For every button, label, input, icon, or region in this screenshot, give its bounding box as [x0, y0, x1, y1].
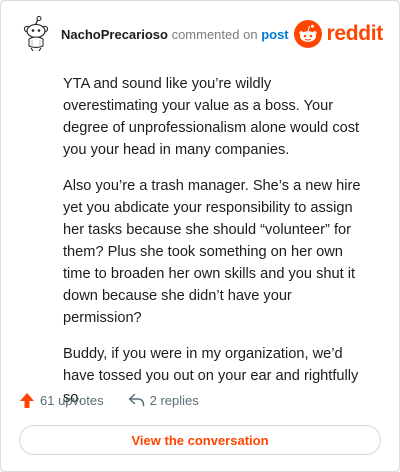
upvote-button[interactable]: 61 upvotes	[19, 392, 104, 409]
reddit-alien-icon	[294, 20, 323, 48]
comment-card: NachoPrecarioso commented on post reddit…	[0, 0, 400, 472]
snoo-avatar-icon	[23, 16, 49, 52]
post-link[interactable]: post	[261, 27, 288, 42]
comment-body: YTA and sound like you’re wildly overest…	[63, 73, 369, 423]
reddit-wordmark: reddit	[326, 22, 383, 45]
view-conversation-button[interactable]: View the conversation	[19, 425, 381, 455]
avatar[interactable]	[19, 15, 55, 52]
author-name[interactable]: NachoPrecarioso	[61, 27, 168, 42]
author-line: NachoPrecarioso commented on post	[61, 27, 289, 42]
comment-header: NachoPrecarioso commented on post reddit	[19, 15, 383, 55]
reply-count: 2 replies	[149, 392, 199, 408]
comment-footer: 61 upvotes 2 replies	[19, 389, 199, 411]
upvote-count: 61 upvotes	[40, 392, 104, 408]
comment-paragraph: YTA and sound like you’re wildly overest…	[63, 76, 360, 158]
reddit-logo[interactable]: reddit	[294, 19, 383, 49]
reply-arrow-icon	[128, 393, 144, 407]
upvote-arrow-icon	[20, 392, 34, 408]
replies-button[interactable]: 2 replies	[128, 393, 199, 408]
comment-paragraph: Also you’re a trash manager. She’s a new…	[63, 178, 361, 326]
action-text: commented on	[171, 27, 258, 42]
